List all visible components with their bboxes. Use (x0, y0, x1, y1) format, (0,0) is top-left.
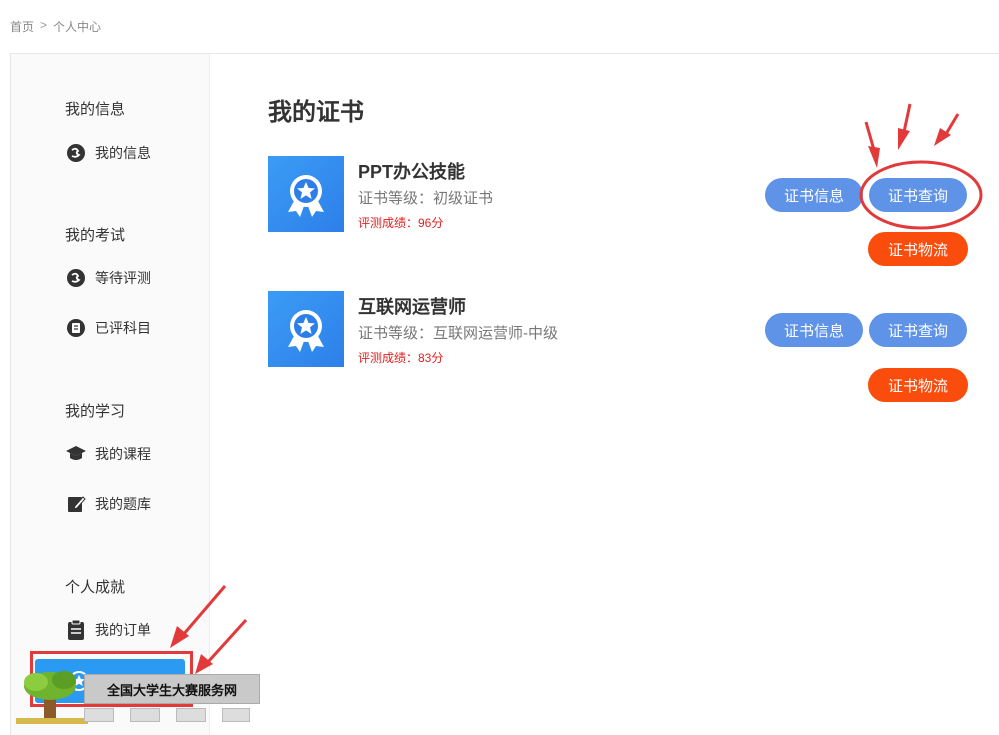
certificate-info-button[interactable]: 证书信息 (765, 178, 863, 212)
sidebar-item-pending[interactable]: 等待评测 (65, 267, 151, 289)
certificate-query-button[interactable]: 证书查询 (869, 313, 967, 347)
sidebar-item-question-bank[interactable]: 我的题库 (65, 493, 151, 515)
page-title: 我的证书 (268, 99, 364, 126)
sidebar-item-orders[interactable]: 我的订单 (65, 619, 151, 641)
certificate-badge-icon (268, 291, 344, 367)
watermark-text: 全国大学生大赛服务网 (84, 674, 260, 704)
info-icon (65, 142, 87, 164)
breadcrumb-separator: > (40, 18, 48, 32)
sidebar-section-exam: 我的考试 (65, 227, 126, 244)
pending-icon (65, 267, 87, 289)
certificate-card: PPT办公技能 证书等级：初级证书 评测成绩：96分 证书信息 证书查询 证书物… (268, 156, 988, 266)
sidebar-item-label: 我的信息 (95, 145, 151, 161)
sidebar-item-courses[interactable]: 我的课程 (65, 443, 151, 465)
sidebar: 我的信息 我的信息 我的考试 等待评测 已评科目 我的学习 我的课程 我的题库 … (11, 54, 210, 735)
sidebar-item-label: 我的题库 (95, 496, 151, 512)
certificate-name: PPT办公技能 (358, 162, 466, 182)
content-frame: 我的信息 我的信息 我的考试 等待评测 已评科目 我的学习 我的课程 我的题库 … (10, 53, 999, 735)
certificate-level: 证书等级：互联网运营师-中级 (358, 325, 558, 342)
sidebar-item-evaluated[interactable]: 已评科目 (65, 317, 151, 339)
certificate-badge-icon (268, 156, 344, 232)
breadcrumb-current: 个人中心 (53, 20, 102, 34)
certificate-logistics-button[interactable]: 证书物流 (868, 368, 968, 402)
certificate-level: 证书等级：初级证书 (358, 190, 494, 207)
breadcrumb: 首页 > 个人中心 (10, 18, 101, 35)
sidebar-item-label: 等待评测 (95, 270, 151, 286)
clipboard-icon (65, 619, 87, 641)
watermark-logo: 全国大学生大赛服务网 (12, 668, 260, 726)
graduation-cap-icon (65, 443, 87, 465)
certificate-info-button[interactable]: 证书信息 (765, 313, 863, 347)
tree-logo-icon (16, 671, 88, 724)
sidebar-item-label: 已评科目 (95, 320, 151, 336)
sidebar-item-label: 我的课程 (95, 446, 151, 462)
done-icon (65, 317, 87, 339)
breadcrumb-home[interactable]: 首页 (10, 18, 34, 35)
watermark-strip (130, 708, 160, 722)
certificate-query-button[interactable]: 证书查询 (869, 178, 967, 212)
edit-icon (65, 493, 87, 515)
certificate-score: 评测成绩：96分 (358, 216, 444, 230)
certificate-name: 互联网运营师 (358, 297, 466, 317)
watermark-strip (222, 708, 250, 722)
sidebar-section-achievement: 个人成就 (65, 579, 126, 596)
watermark-strip (84, 708, 114, 722)
certificate-card: 互联网运营师 证书等级：互联网运营师-中级 评测成绩：83分 证书信息 证书查询… (268, 291, 988, 402)
certificate-logistics-button[interactable]: 证书物流 (868, 232, 968, 266)
watermark-strip (176, 708, 206, 722)
certificate-score: 评测成绩：83分 (358, 351, 444, 365)
sidebar-item-my-info[interactable]: 我的信息 (65, 142, 151, 164)
sidebar-item-label: 我的订单 (95, 622, 151, 638)
sidebar-section-study: 我的学习 (65, 403, 126, 420)
sidebar-section-info: 我的信息 (65, 101, 126, 118)
